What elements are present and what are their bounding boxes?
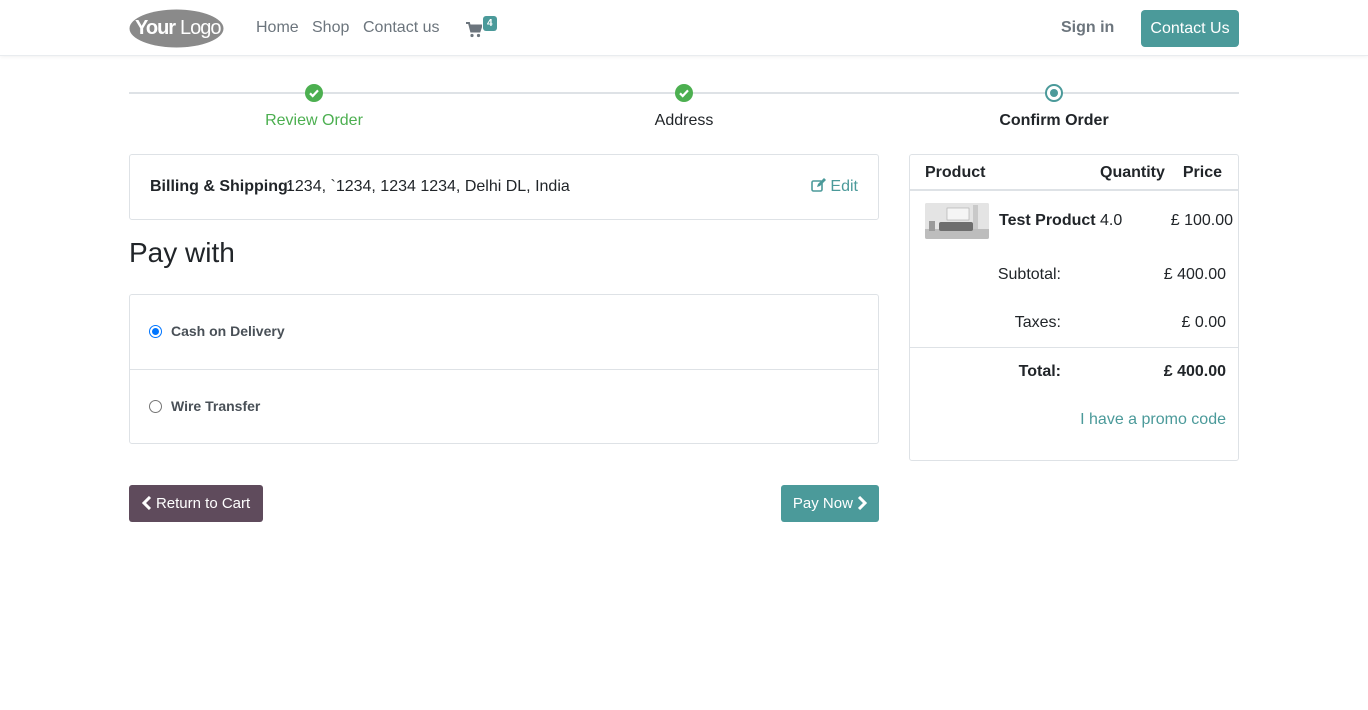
pay-now-button[interactable]: Pay Now <box>781 485 879 522</box>
pay-with-heading: Pay with <box>129 237 235 268</box>
edit-icon <box>811 178 827 192</box>
step-review-order[interactable]: Review Order <box>234 112 394 130</box>
brand-logo[interactable]: Your Logo <box>129 9 224 48</box>
return-label: Return to Cart <box>155 495 251 512</box>
edit-label: Edit <box>830 178 858 195</box>
payment-option-label: Cash on Delivery <box>171 323 285 339</box>
product-thumbnail[interactable] <box>925 203 989 239</box>
product-name[interactable]: Test Product <box>999 212 1096 230</box>
taxes-label: Taxes: <box>1014 314 1061 331</box>
step-review-check-icon <box>305 84 323 102</box>
edit-address-link[interactable]: Edit <box>811 178 858 196</box>
return-to-cart-button[interactable]: Return to Cart <box>129 485 263 522</box>
nav-shop[interactable]: Shop <box>312 19 349 37</box>
cart-count-badge: 4 <box>483 16 497 31</box>
chevron-left-icon <box>141 496 151 510</box>
payment-methods: Cash on Delivery Wire Transfer <box>129 294 879 444</box>
pay-label: Pay Now <box>792 495 853 512</box>
payment-option-cash[interactable]: Cash on Delivery <box>130 295 878 369</box>
subtotal-label: Subtotal: <box>997 266 1061 283</box>
contact-us-button[interactable]: Contact Us <box>1141 10 1239 47</box>
nav-home[interactable]: Home <box>256 19 299 37</box>
step-confirm-current-icon <box>1045 84 1063 102</box>
billing-label: Billing & Shipping: <box>150 178 294 195</box>
payment-option-label: Wire Transfer <box>171 398 261 414</box>
nav-contact-us[interactable]: Contact us <box>363 19 439 37</box>
billing-shipping-card: Billing & Shipping: 1234, `1234, 1234 12… <box>129 154 879 220</box>
step-address[interactable]: Address <box>604 112 764 130</box>
taxes-value: £ 0.00 <box>1181 314 1226 331</box>
total-label: Total: <box>1018 363 1061 380</box>
payment-option-wire[interactable]: Wire Transfer <box>130 369 878 443</box>
promo-code-link[interactable]: I have a promo code <box>1080 411 1226 429</box>
wire-transfer-radio[interactable] <box>149 400 162 413</box>
header-divider <box>910 189 1238 191</box>
product-price: £ 100.00 <box>1170 212 1233 229</box>
cash-on-delivery-radio[interactable] <box>149 325 162 338</box>
order-summary: Product Quantity Price Test Product 4.0 … <box>909 154 1239 461</box>
col-header-product: Product <box>925 164 986 181</box>
billing-address: 1234, `1234, 1234 1234, Delhi DL, India <box>286 178 570 195</box>
svg-text:Your: Your <box>135 17 176 39</box>
col-header-price: Price <box>1182 164 1222 181</box>
step-confirm-order: Confirm Order <box>999 112 1109 129</box>
top-navbar: Your Logo Home Shop Contact us 4 Sign in… <box>0 0 1368 56</box>
svg-text:Logo: Logo <box>180 17 221 39</box>
total-divider <box>910 347 1238 348</box>
col-header-quantity: Quantity <box>1100 164 1165 181</box>
total-value: £ 400.00 <box>1163 363 1226 380</box>
subtotal-value: £ 400.00 <box>1163 266 1226 283</box>
chevron-right-icon <box>858 496 868 510</box>
step-address-check-icon <box>675 84 693 102</box>
sign-in-link[interactable]: Sign in <box>1061 19 1114 37</box>
product-quantity: 4.0 <box>1100 212 1123 229</box>
